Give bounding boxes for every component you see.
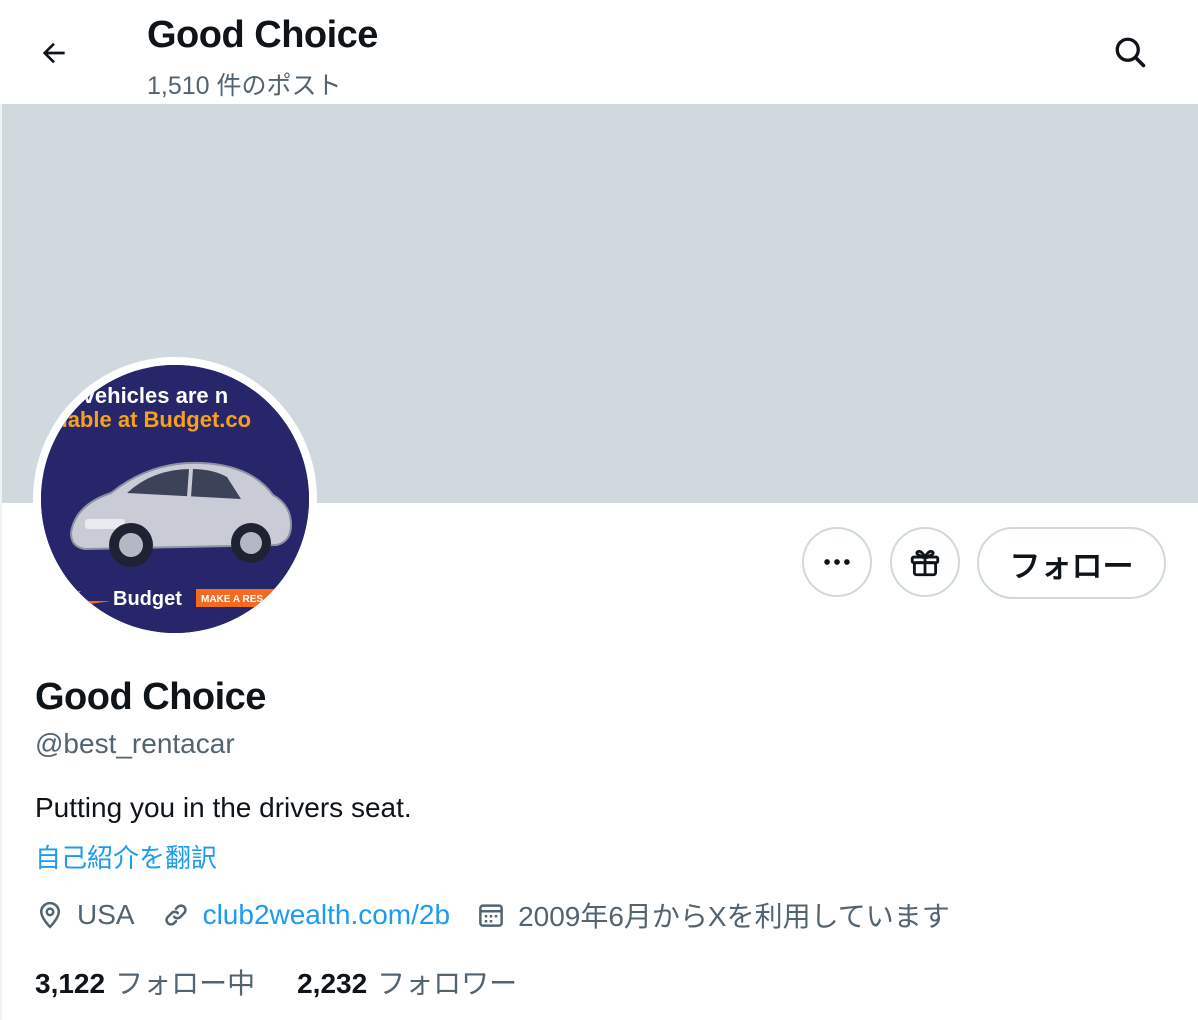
- profile-name: Good Choice: [35, 676, 266, 718]
- location-icon: [39, 901, 61, 929]
- following-count: 3,122: [35, 968, 106, 999]
- following-label: フォロー中: [115, 968, 256, 999]
- link-icon: [164, 904, 187, 926]
- arrow-left-icon: [42, 42, 65, 64]
- calendar-icon: [479, 904, 503, 927]
- search-icon: [1115, 37, 1146, 68]
- follow-stats: 3,122 フォロー中 2,232 フォロワー: [35, 963, 559, 1001]
- translate-bio-link[interactable]: 自己紹介を翻訳: [35, 838, 217, 875]
- avatar-image: brid vehicles are n vailable at Budget.c…: [41, 365, 309, 633]
- avatar-brand: Budget: [113, 588, 182, 610]
- joined-item: 2009年6月からXを利用しています: [476, 895, 950, 935]
- back-button[interactable]: [33, 32, 75, 74]
- avatar[interactable]: brid vehicles are n vailable at Budget.c…: [41, 365, 309, 633]
- gift-button[interactable]: [890, 527, 960, 597]
- follow-button[interactable]: フォロー: [977, 527, 1166, 599]
- followers-link[interactable]: 2,232 フォロワー: [297, 962, 517, 1002]
- location-item: USA: [35, 899, 135, 931]
- location-text: USA: [77, 899, 135, 930]
- profile-handle: @best_rentacar: [35, 728, 235, 759]
- header-title: Good Choice: [147, 14, 378, 56]
- profile-header: Good Choice 1,510 件のポスト: [0, 0, 1198, 104]
- profile-bio: Putting you in the drivers seat.: [35, 792, 412, 823]
- more-icon: [824, 559, 850, 565]
- following-link[interactable]: 3,122 フォロー中: [35, 962, 255, 1002]
- gift-icon: [910, 549, 940, 577]
- profile-meta: USA club2wealth.com/2b 2009年6月からXを利用していま…: [35, 895, 976, 935]
- followers-count: 2,232: [297, 968, 368, 999]
- avatar-ad-line2: vailable at Budget.co: [41, 407, 251, 432]
- joined-text: 2009年6月からXを利用しています: [518, 901, 950, 932]
- avatar-cta: MAKE A RES: [201, 594, 263, 605]
- website-item: club2wealth.com/2b: [161, 899, 450, 931]
- website-link[interactable]: club2wealth.com/2b: [203, 899, 450, 931]
- search-button[interactable]: [1108, 30, 1152, 74]
- followers-label: フォロワー: [377, 968, 518, 999]
- more-button[interactable]: [802, 527, 872, 597]
- post-count: 1,510 件のポスト: [147, 72, 342, 100]
